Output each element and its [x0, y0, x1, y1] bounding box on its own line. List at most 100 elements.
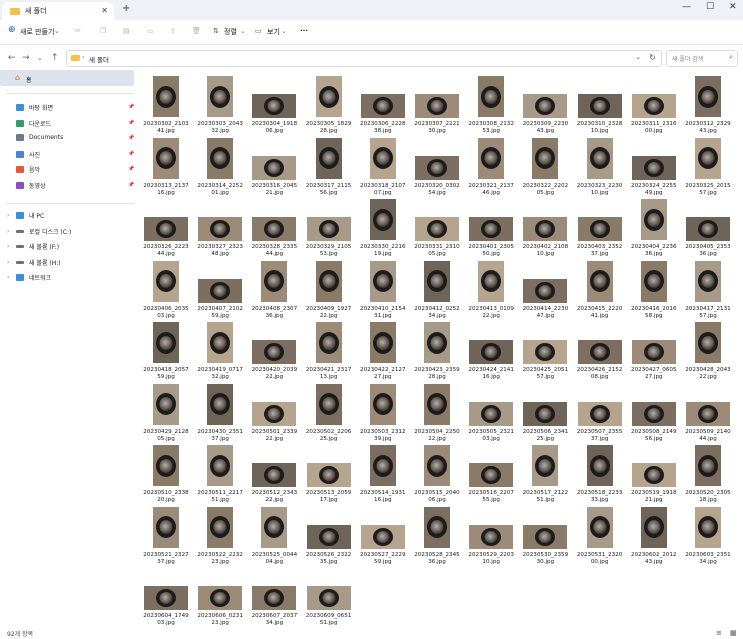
file-item[interactable]: 20230425_2051 57.jpg [519, 320, 571, 382]
pin-icon[interactable]: 📌 [128, 182, 134, 188]
file-item[interactable]: 20230321_2137 46.jpg [465, 136, 517, 198]
search-input[interactable]: 새 폴더 검색 ⌕ [666, 50, 738, 67]
file-item[interactable]: 20230501_2339 22.jpg [248, 382, 300, 444]
file-item[interactable]: 20230318_2107 07.jpg [357, 136, 409, 198]
file-item[interactable]: 20230531_2320 00.jpg [574, 505, 626, 567]
file-item[interactable]: 20230417_2131 57.jpg [682, 259, 734, 321]
file-item[interactable]: 20230326_2223 44.jpg [140, 197, 192, 259]
file-item[interactable]: 20230418_2057 59.jpg [140, 320, 192, 382]
view-button[interactable]: 보기 [267, 27, 280, 37]
recent-chevron-icon[interactable]: ⌄ [37, 54, 43, 62]
file-item[interactable]: 20230404_2236 36.jpg [628, 197, 680, 259]
pin-icon[interactable]: 📌 [128, 104, 134, 110]
file-item[interactable]: 20230530_2359 30.jpg [519, 505, 571, 567]
file-item[interactable]: 20230525_0044 04.jpg [248, 505, 300, 567]
file-item[interactable]: 20230522_2232 23.jpg [194, 505, 246, 567]
file-item[interactable]: 20230421_2317 13.jpg [303, 320, 355, 382]
file-item[interactable]: 20230607_2037 34.jpg [248, 566, 300, 628]
file-item[interactable]: 20230401_2305 50.jpg [465, 197, 517, 259]
expand-chevron-icon[interactable]: › [7, 274, 9, 281]
file-item[interactable]: 20230304_1918 06.jpg [248, 74, 300, 136]
file-item[interactable]: 20230311_2316 00.jpg [628, 74, 680, 136]
tiles-view-icon[interactable]: ▦ [730, 629, 737, 637]
file-item[interactable]: 20230514_1931 16.jpg [357, 443, 409, 505]
file-item[interactable]: 20230528_2345 36.jpg [411, 505, 463, 567]
file-item[interactable]: 20230324_2255 49.jpg [628, 136, 680, 198]
breadcrumb[interactable]: 새 폴더 [89, 54, 109, 64]
file-item[interactable]: 20230517_2122 51.jpg [519, 443, 571, 505]
pin-icon[interactable]: 📌 [128, 166, 134, 172]
file-item[interactable]: 20230520_2305 18.jpg [682, 443, 734, 505]
file-item[interactable]: 20230313_2137 16.jpg [140, 136, 192, 198]
expand-chevron-icon[interactable]: › [7, 243, 9, 250]
file-item[interactable]: 20230312_2329 43.jpg [682, 74, 734, 136]
new-tab-button[interactable]: + [122, 3, 130, 14]
refresh-icon[interactable]: ↻ [649, 53, 656, 62]
file-item[interactable]: 20230503_2312 39.jpg [357, 382, 409, 444]
file-item[interactable]: 20230303_2043 32.jpg [194, 74, 246, 136]
file-item[interactable]: 20230407_2102 59.jpg [194, 259, 246, 321]
file-item[interactable]: 20230320_0302 54.jpg [411, 136, 463, 198]
file-item[interactable]: 20230602_2012 43.jpg [628, 505, 680, 567]
file-item[interactable]: 20230410_2154 31.jpg [357, 259, 409, 321]
file-item[interactable]: 20230325_2015 57.jpg [682, 136, 734, 198]
file-item[interactable]: 20230330_2216 19.jpg [357, 197, 409, 259]
file-item[interactable]: 20230322_2202 05.jpg [519, 136, 571, 198]
file-item[interactable]: 20230405_2353 36.jpg [682, 197, 734, 259]
file-item[interactable]: 20230512_2343 22.jpg [248, 443, 300, 505]
file-item[interactable]: 20230527_2229 59.jpg [357, 505, 409, 567]
sidebar-item-drive[interactable]: 내 PC [16, 211, 44, 220]
sort-button[interactable]: 정렬 [224, 27, 237, 37]
file-item[interactable]: 20230502_2206 25.jpg [303, 382, 355, 444]
sidebar-item-drive[interactable]: 로컬 디스크 (C:) [16, 227, 71, 236]
file-item[interactable]: 20230316_2045 21.jpg [248, 136, 300, 198]
forward-icon[interactable]: → [22, 53, 30, 63]
copy-icon[interactable]: ❐ [100, 27, 106, 35]
file-item[interactable]: 20230420_2039 22.jpg [248, 320, 300, 382]
file-item[interactable]: 20230427_0605 27.jpg [628, 320, 680, 382]
file-item[interactable]: 20230424_2141 16.jpg [465, 320, 517, 382]
tab-new-folder[interactable]: 새 폴더 ✕ [2, 2, 114, 20]
sidebar-item-drive[interactable]: 새 볼륨 (F:) [16, 242, 59, 251]
file-item[interactable]: 20230412_0252 34.jpg [411, 259, 463, 321]
file-item[interactable]: 20230519_1918 21.jpg [628, 443, 680, 505]
file-item[interactable]: 20230526_2322 35.jpg [303, 505, 355, 567]
file-item[interactable]: 20230419_0717 32.jpg [194, 320, 246, 382]
file-item[interactable]: 20230329_2105 53.jpg [303, 197, 355, 259]
file-item[interactable]: 20230308_2132 53.jpg [465, 74, 517, 136]
file-item[interactable]: 20230408_2307 36.jpg [248, 259, 300, 321]
history-chevron-icon[interactable]: ⌄ [635, 53, 641, 61]
more-options-button[interactable]: ··· [300, 27, 308, 35]
file-item[interactable]: 20230328_2335 44.jpg [248, 197, 300, 259]
file-item[interactable]: 20230307_2221 30.jpg [411, 74, 463, 136]
up-icon[interactable]: ↑ [51, 53, 59, 63]
sidebar-item-quick[interactable]: 동영상 [16, 181, 46, 190]
file-item[interactable]: 20230609_0651 51.jpg [303, 566, 355, 628]
paste-icon[interactable]: ▤ [123, 27, 130, 35]
file-item[interactable]: 20230414_2230 47.jpg [519, 259, 571, 321]
file-item[interactable]: 20230402_2108 10.jpg [519, 197, 571, 259]
file-item[interactable]: 20230403_2352 37.jpg [574, 197, 626, 259]
sidebar-item-quick[interactable]: 사진 [16, 150, 40, 159]
file-item[interactable]: 20230509_2140 44.jpg [682, 382, 734, 444]
file-item[interactable]: 20230429_2128 05.jpg [140, 382, 192, 444]
file-item[interactable]: 20230309_2230 43.jpg [519, 74, 571, 136]
sidebar-item-home[interactable]: ⌂ 홈 [0, 70, 134, 86]
file-item[interactable]: 20230415_2220 41.jpg [574, 259, 626, 321]
file-item[interactable]: 20230604_1749 03.jpg [140, 566, 192, 628]
file-item[interactable]: 20230606_0231 23.jpg [194, 566, 246, 628]
delete-icon[interactable]: 🗑 [192, 27, 201, 35]
file-item[interactable]: 20230423_2359 28.jpg [411, 320, 463, 382]
file-item[interactable]: 20230409_1927 22.jpg [303, 259, 355, 321]
file-item[interactable]: 20230406_2035 03.jpg [140, 259, 192, 321]
file-item[interactable]: 20230331_2310 05.jpg [411, 197, 463, 259]
file-item[interactable]: 20230310_2328 10.jpg [574, 74, 626, 136]
file-item[interactable]: 20230529_2203 10.jpg [465, 505, 517, 567]
file-item[interactable]: 20230521_2327 37.jpg [140, 505, 192, 567]
file-item[interactable]: 20230507_2355 37.jpg [574, 382, 626, 444]
back-icon[interactable]: ← [8, 53, 16, 63]
file-item[interactable]: 20230323_2230 10.jpg [574, 136, 626, 198]
cut-icon[interactable]: ✂ [75, 27, 81, 35]
rename-icon[interactable]: ▭ [147, 27, 154, 35]
file-item[interactable]: 20230511_2217 51.jpg [194, 443, 246, 505]
